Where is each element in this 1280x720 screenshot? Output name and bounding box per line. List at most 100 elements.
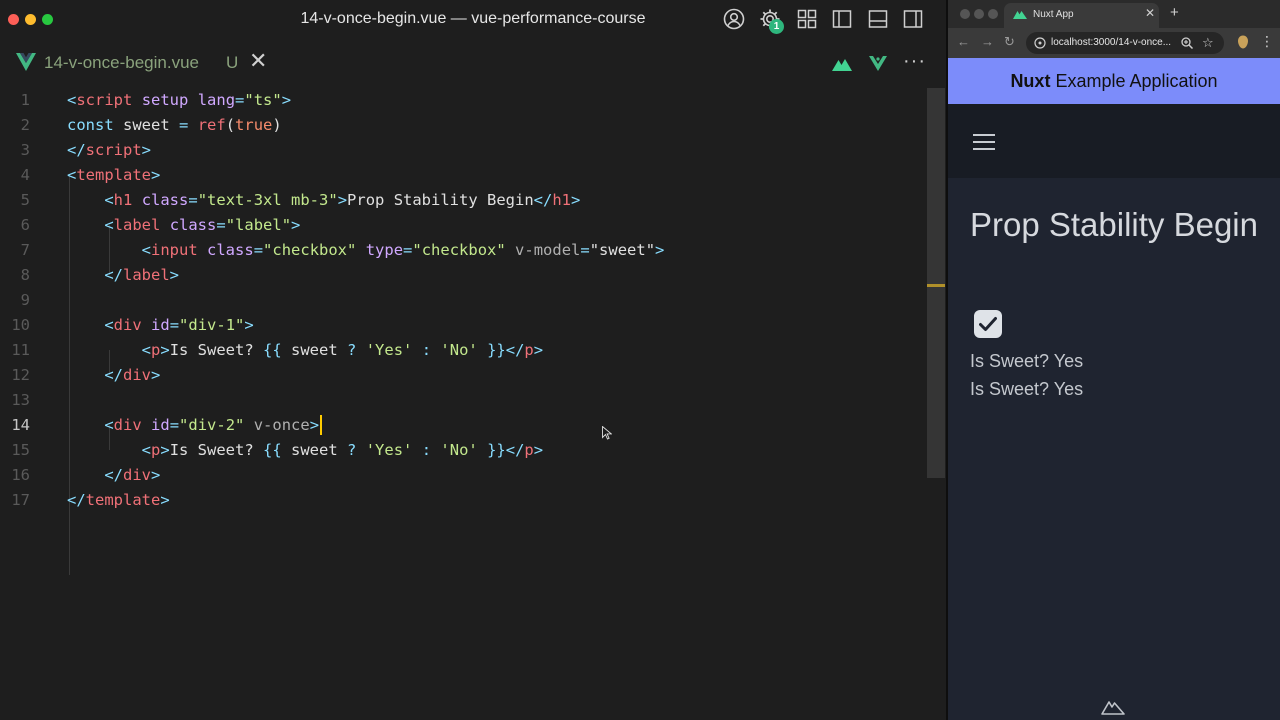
- browser-tab-strip: Nuxt App ✕ +: [948, 0, 1280, 28]
- code-token: =: [169, 416, 180, 434]
- code-line[interactable]: 13: [0, 388, 920, 413]
- browser-close-button[interactable]: [960, 9, 970, 19]
- toggle-secondary-sidebar-icon[interactable]: [902, 8, 924, 30]
- line-code: <h1 class="text-3xl mb-3">Prop Stability…: [67, 188, 580, 213]
- editor-tab-bar: 14-v-once-begin.vue U ✕ ···: [0, 38, 946, 88]
- new-tab-icon[interactable]: +: [1170, 4, 1179, 21]
- nuxt-favicon-icon: [1013, 11, 1027, 19]
- line-number: 3: [20, 141, 30, 159]
- tab-close-icon[interactable]: ✕: [249, 50, 267, 72]
- code-token: "label": [225, 216, 292, 234]
- code-token: 'No': [440, 441, 478, 459]
- back-arrow-icon[interactable]: ←: [957, 34, 970, 49]
- code-token: >: [141, 141, 152, 159]
- code-token: "checkbox": [263, 241, 357, 259]
- code-token: >: [533, 341, 544, 359]
- code-token: =: [169, 316, 180, 334]
- code-token: p: [151, 341, 161, 359]
- code-token: script: [85, 141, 142, 159]
- code-line[interactable]: 9: [0, 288, 920, 313]
- code-token: <: [141, 241, 151, 259]
- hamburger-menu-icon[interactable]: [973, 133, 995, 151]
- code-token: input: [151, 241, 198, 259]
- customize-layout-icon[interactable]: [796, 8, 818, 30]
- code-line[interactable]: 4 <template>: [0, 163, 920, 188]
- code-line[interactable]: 1 <script setup lang="ts">: [0, 88, 920, 113]
- code-token: h1: [552, 191, 572, 209]
- code-area[interactable]: 1 <script setup lang="ts"> 2 const sweet = …: [0, 88, 946, 720]
- code-line[interactable]: 6 <label class="label">: [0, 213, 920, 238]
- account-icon[interactable]: [723, 8, 745, 30]
- code-token: =: [403, 241, 413, 259]
- code-token: }}: [487, 341, 506, 359]
- address-bar[interactable]: localhost:3000/14-v-once... ☆: [1026, 32, 1224, 54]
- code-token: class: [169, 216, 217, 234]
- zoom-icon[interactable]: [1180, 36, 1194, 50]
- editor-tab-active[interactable]: 14-v-once-begin.vue U ✕: [0, 44, 272, 84]
- code-token: >: [160, 341, 170, 359]
- checkmark-icon: [979, 317, 997, 331]
- extension-icon[interactable]: [1237, 35, 1249, 49]
- nuxt-devtools-icon[interactable]: [1101, 699, 1125, 715]
- code-line[interactable]: 7 <input class="checkbox" type="checkbox…: [0, 238, 920, 263]
- sweet-checkbox[interactable]: [974, 310, 1002, 338]
- code-token: true: [235, 116, 273, 134]
- code-line[interactable]: 2 const sweet = ref(true): [0, 113, 920, 138]
- code-token: <: [104, 216, 114, 234]
- code-line[interactable]: 5 <h1 class="text-3xl mb-3">Prop Stabili…: [0, 188, 920, 213]
- code-token: {{: [263, 441, 282, 459]
- vue-preview-icon[interactable]: [867, 53, 889, 75]
- line-code: <template>: [67, 163, 160, 188]
- code-token: <: [104, 416, 114, 434]
- code-line[interactable]: 8 </label>: [0, 263, 920, 288]
- browser-tab-close-icon[interactable]: ✕: [1145, 6, 1155, 20]
- toggle-panel-icon[interactable]: [867, 8, 889, 30]
- code-token: 'No': [440, 341, 478, 359]
- bookmark-star-icon[interactable]: ☆: [1202, 35, 1214, 51]
- site-info-icon[interactable]: [1034, 37, 1046, 49]
- code-line[interactable]: 11 <p>Is Sweet? {{ sweet ? 'Yes' : 'No' …: [0, 338, 920, 363]
- code-line[interactable]: 12 </div>: [0, 363, 920, 388]
- site-header-title: Nuxt Example Application: [948, 71, 1280, 92]
- code-token: :: [421, 341, 432, 359]
- code-token: >: [571, 191, 581, 209]
- browser-maximize-button[interactable]: [988, 9, 998, 19]
- code-token: >: [169, 266, 180, 284]
- code-token: sweet: [281, 441, 348, 459]
- forward-arrow-icon[interactable]: →: [981, 34, 994, 49]
- code-token: =: [179, 116, 189, 134]
- browser-tab[interactable]: Nuxt App ✕: [1004, 3, 1159, 28]
- line-code: <div id="div-1">: [67, 313, 253, 338]
- more-actions-icon[interactable]: ···: [903, 50, 926, 73]
- code-editor-window: 14-v-once-begin.vue — vue-performance-co…: [0, 0, 946, 720]
- code-token: ref: [197, 116, 226, 134]
- toggle-primary-sidebar-icon[interactable]: [831, 8, 853, 30]
- code-line[interactable]: 17 </template>: [0, 488, 920, 513]
- code-line[interactable]: 14 <div id="div-2" v-once>: [0, 413, 920, 438]
- code-token: p: [524, 341, 534, 359]
- reload-icon[interactable]: ↻: [1004, 34, 1015, 50]
- editor-scrollbar[interactable]: [927, 88, 945, 478]
- code-token: :: [421, 441, 432, 459]
- line-code: </script>: [67, 138, 151, 163]
- tab-filename: 14-v-once-begin.vue: [44, 53, 199, 72]
- editor-title-bar: 14-v-once-begin.vue — vue-performance-co…: [0, 0, 946, 38]
- code-line[interactable]: 15 <p>Is Sweet? {{ sweet ? 'Yes' : 'No' …: [0, 438, 920, 463]
- browser-minimize-button[interactable]: [974, 9, 984, 19]
- nuxt-action-icon[interactable]: [831, 53, 853, 75]
- browser-menu-icon[interactable]: ⋮: [1260, 33, 1274, 50]
- code-line[interactable]: 10 <div id="div-1">: [0, 313, 920, 338]
- code-token: template: [85, 491, 161, 509]
- code-line[interactable]: 16 </div>: [0, 463, 920, 488]
- line-number: 14: [11, 416, 30, 434]
- code-line[interactable]: 3 </script>: [0, 138, 920, 163]
